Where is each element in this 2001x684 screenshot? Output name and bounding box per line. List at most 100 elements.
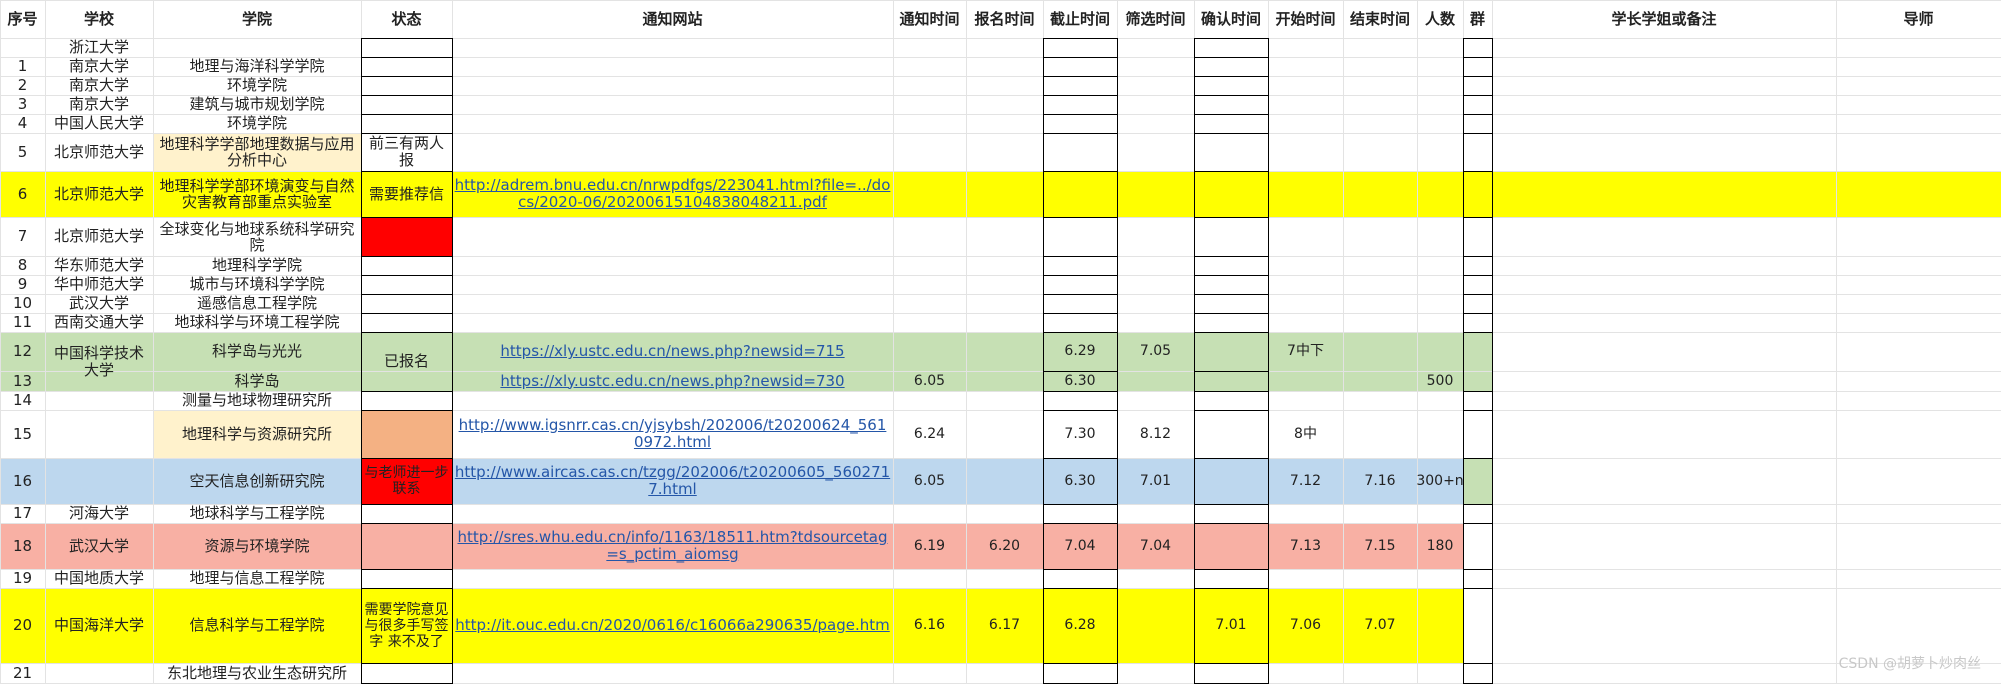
column-header-end[interactable]: 结束时间 [1343,0,1417,38]
cell-end[interactable]: 7.15 [1343,523,1417,569]
column-header-register[interactable]: 报名时间 [966,0,1043,38]
cell-no[interactable]: 7 [0,217,45,256]
cell-school[interactable]: 武汉大学 [45,294,153,313]
cell-screen[interactable]: 7.01 [1117,458,1194,504]
cell-no[interactable]: 8 [0,256,45,275]
cell-register[interactable]: 6.17 [966,588,1043,663]
column-header-start[interactable]: 开始时间 [1268,0,1343,38]
cell-school[interactable]: 北京师范大学 [45,217,153,256]
cell-start[interactable]: 7.13 [1268,523,1343,569]
cell-college[interactable]: 城市与环境科学学院 [153,275,361,294]
column-header-confirm[interactable]: 确认时间 [1194,0,1268,38]
cell-school[interactable]: 南京大学 [45,76,153,95]
cell-end[interactable]: 7.16 [1343,458,1417,504]
cell-no[interactable]: 18 [0,523,45,569]
cell-no[interactable]: 5 [0,133,45,171]
cell-no[interactable]: 3 [0,95,45,114]
cell-school[interactable]: 南京大学 [45,57,153,76]
cell-college[interactable]: 科学岛 [153,371,361,391]
cell-start[interactable]: 7.12 [1268,458,1343,504]
cell-start[interactable]: 7中下 [1268,332,1343,371]
cell-notice[interactable]: 6.24 [893,410,966,458]
column-header-screen[interactable]: 筛选时间 [1117,0,1194,38]
cell-register[interactable]: 6.20 [966,523,1043,569]
notice-link[interactable]: http://adrem.bnu.edu.cn/nrwpdfgs/223041.… [452,171,893,217]
cell-screen[interactable]: 8.12 [1117,410,1194,458]
cell-college[interactable]: 全球变化与地球系统科学研究院 [153,217,361,256]
cell-college[interactable]: 资源与环境学院 [153,523,361,569]
column-header-mentor[interactable]: 导师 [1836,0,2001,38]
cell-no[interactable]: 17 [0,504,45,523]
cell-college[interactable]: 环境学院 [153,114,361,133]
cell-notice[interactable]: 6.16 [893,588,966,663]
cell-school[interactable]: 浙江大学 [45,38,153,57]
cell-no[interactable]: 6 [0,171,45,217]
column-header-school[interactable]: 学校 [45,0,153,38]
cell-college[interactable]: 地理科学与资源研究所 [153,410,361,458]
spreadsheet[interactable]: 序号 学校 学院 状态 通知网站 通知时间 报名时间 截止时间 筛选时间 确认时间 开始时间 结束时间… [0,0,2001,684]
column-header-note[interactable]: 学长学姐或备注 [1492,0,1836,38]
cell-school[interactable]: 北京师范大学 [45,133,153,171]
column-header-group[interactable]: 群 [1463,0,1492,38]
cell-notice[interactable]: 6.05 [893,458,966,504]
cell-no[interactable]: 13 [0,371,45,391]
cell-no[interactable]: 15 [0,410,45,458]
cell-college[interactable]: 地理科学学院 [153,256,361,275]
cell-no[interactable]: 11 [0,313,45,332]
column-header-count[interactable]: 人数 [1417,0,1463,38]
cell-notice[interactable]: 6.19 [893,523,966,569]
cell-no[interactable]: 1 [0,57,45,76]
column-header-url[interactable]: 通知网站 [452,0,893,38]
cell-no[interactable]: 21 [0,663,45,683]
cell-college[interactable]: 遥感信息工程学院 [153,294,361,313]
cell-college[interactable]: 地理科学学部环境演变与自然灾害教育部重点实验室 [153,171,361,217]
cell-school[interactable]: 西南交通大学 [45,313,153,332]
cell-college[interactable]: 测量与地球物理研究所 [153,391,361,410]
notice-link[interactable]: https://xly.ustc.edu.cn/news.php?newsid=… [452,371,893,391]
cell-college[interactable]: 地理与信息工程学院 [153,569,361,588]
cell-college[interactable]: 科学岛与光光 [153,332,361,371]
notice-link[interactable]: http://sres.whu.edu.cn/info/1163/18511.h… [452,523,893,569]
cell-screen[interactable]: 7.04 [1117,523,1194,569]
cell-no[interactable]: 10 [0,294,45,313]
notice-link[interactable]: http://www.aircas.cas.cn/tzgg/202006/t20… [452,458,893,504]
cell-school[interactable]: 河海大学 [45,504,153,523]
cell-college[interactable]: 建筑与城市规划学院 [153,95,361,114]
cell-school[interactable]: 中国地质大学 [45,569,153,588]
cell-college[interactable]: 东北地理与农业生态研究所 [153,663,361,683]
cell-college[interactable]: 信息科学与工程学院 [153,588,361,663]
cell-no[interactable]: 20 [0,588,45,663]
cell-screen[interactable]: 7.05 [1117,332,1194,371]
cell-college[interactable]: 地理与海洋科学学院 [153,57,361,76]
cell-count[interactable]: 300+n [1417,458,1463,504]
cell-school[interactable]: 中国人民大学 [45,114,153,133]
cell-no[interactable]: 19 [0,569,45,588]
column-header-no[interactable]: 序号 [0,0,45,38]
cell-school[interactable]: 中国科学技术大学 [45,332,153,391]
column-header-college[interactable]: 学院 [153,0,361,38]
cell-school[interactable]: 南京大学 [45,95,153,114]
cell-college[interactable]: 地理科学学部地理数据与应用分析中心 [153,133,361,171]
cell-no[interactable]: 14 [0,391,45,410]
cell-start[interactable]: 7.06 [1268,588,1343,663]
cell-college[interactable]: 环境学院 [153,76,361,95]
cell-start[interactable]: 8中 [1268,410,1343,458]
cell-no[interactable]: 2 [0,76,45,95]
cell-college[interactable]: 地球科学与环境工程学院 [153,313,361,332]
cell-school[interactable]: 北京师范大学 [45,171,153,217]
notice-link[interactable]: http://www.igsnrr.cas.cn/yjsybsh/202006/… [452,410,893,458]
notice-link[interactable]: http://it.ouc.edu.cn/2020/0616/c16066a29… [452,588,893,663]
column-header-notice[interactable]: 通知时间 [893,0,966,38]
cell-count[interactable]: 180 [1417,523,1463,569]
cell-school[interactable]: 武汉大学 [45,523,153,569]
column-header-status[interactable]: 状态 [361,0,452,38]
cell-end[interactable]: 7.07 [1343,588,1417,663]
notice-link[interactable]: https://xly.ustc.edu.cn/news.php?newsid=… [452,332,893,371]
cell-no[interactable]: 9 [0,275,45,294]
cell-school[interactable]: 华东师范大学 [45,256,153,275]
cell-no[interactable]: 16 [0,458,45,504]
cell-count[interactable]: 500 [1417,371,1463,391]
cell-college[interactable]: 地球科学与工程学院 [153,504,361,523]
cell-college[interactable]: 空天信息创新研究院 [153,458,361,504]
cell-no[interactable]: 4 [0,114,45,133]
